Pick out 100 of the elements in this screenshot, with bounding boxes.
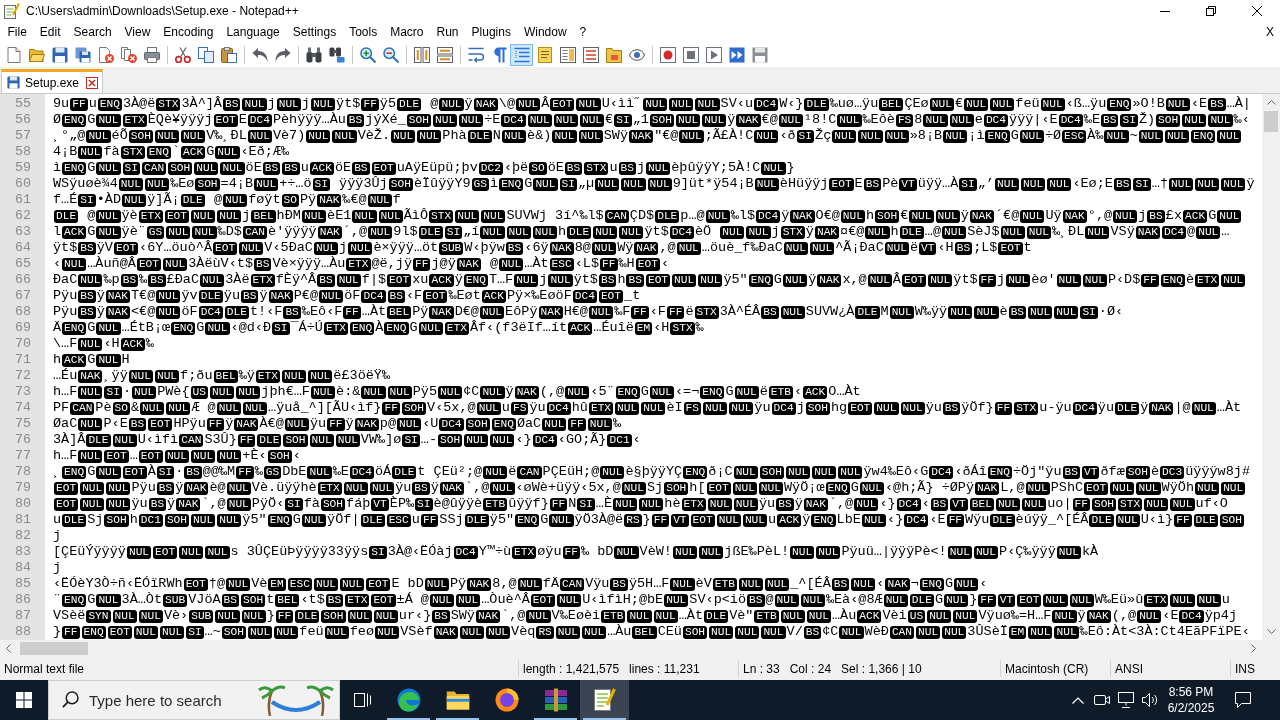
archive-books-icon[interactable] — [543, 688, 568, 712]
control-character: NUL — [276, 97, 301, 111]
menu-item[interactable]: File — [1, 23, 34, 41]
menu-item[interactable]: ? — [573, 23, 593, 41]
control-character: NUL — [217, 513, 242, 527]
control-character: NUL — [947, 545, 972, 559]
control-character: DC4 — [1072, 401, 1097, 415]
control-character: DC4 — [771, 401, 796, 415]
control-character: SOH — [1219, 513, 1244, 527]
restore-icon[interactable] — [1206, 6, 1216, 16]
control-character: NUL — [483, 465, 508, 479]
code-text: ‹GO;Ã} — [557, 432, 607, 448]
menu-item[interactable]: View — [118, 23, 157, 41]
chevron-right-icon[interactable] — [1251, 644, 1256, 653]
control-character: NUL — [699, 545, 724, 559]
control-character: STX — [120, 145, 145, 159]
file-tab[interactable]: Setup.exe — [1, 69, 104, 93]
menu-item[interactable]: Language — [219, 23, 287, 41]
control-character: DC4 — [1058, 113, 1083, 127]
menu-item[interactable]: Tools — [342, 23, 384, 41]
code-text: 3ÛSèÏ — [967, 624, 1008, 640]
code-text: @ — [489, 256, 499, 272]
menu-item[interactable]: Settings — [286, 23, 343, 41]
control-character: NUL — [1056, 545, 1081, 559]
menu-item[interactable]: Window — [517, 23, 574, 41]
control-character: DLE — [295, 609, 320, 623]
network-icon[interactable] — [1118, 692, 1134, 708]
code-text: »O!B — [1132, 96, 1165, 112]
control-character: NUL — [160, 625, 185, 639]
close-icon[interactable] — [1252, 6, 1262, 16]
control-character: US — [190, 385, 208, 399]
control-character: ESC — [549, 257, 574, 271]
camera-icon[interactable] — [1094, 695, 1110, 705]
code-text: ‰Eøt — [448, 288, 481, 304]
control-character: NUL — [672, 273, 697, 287]
code-text: ¡ — [171, 192, 180, 208]
code-text: W‰Eü»û — [1094, 592, 1144, 608]
code-text: öE — [245, 160, 262, 176]
control-character: NUL — [595, 177, 620, 191]
code-text: ÿ — [464, 96, 473, 112]
close-document-button[interactable]: X — [1260, 23, 1280, 41]
scrollbar-thumb[interactable] — [1264, 111, 1278, 132]
scrollbar-thumb[interactable] — [20, 642, 88, 655]
control-character: ETB — [601, 609, 626, 623]
chevron-left-icon[interactable] — [6, 644, 11, 653]
code-text: PWè{ — [157, 384, 190, 400]
code-text: O€@ — [815, 208, 840, 224]
menu-item[interactable]: Edit — [33, 23, 68, 41]
menu-item[interactable]: Search — [67, 23, 119, 41]
code-text: ÿt$ — [953, 272, 978, 288]
code-text: j — [242, 208, 251, 224]
code-text: ‰F — [614, 304, 631, 320]
code-text: ÿu — [223, 288, 241, 304]
search-field[interactable]: Type here to search — [48, 680, 340, 720]
control-character: BS — [282, 161, 300, 175]
vertical-scrollbar[interactable] — [1262, 94, 1280, 640]
code-text: ‹ðÁî — [954, 464, 987, 480]
control-character: FF — [600, 257, 618, 271]
control-character: NUL — [698, 273, 723, 287]
folder-icon[interactable] — [445, 690, 470, 710]
volume-icon[interactable] — [1142, 693, 1158, 707]
minimize-icon[interactable] — [1160, 10, 1170, 12]
code-text: SWÿ — [603, 128, 628, 144]
control-character: NUL — [761, 161, 786, 175]
menu-item[interactable]: Plugins — [465, 23, 518, 41]
control-character: NUL — [163, 257, 188, 271]
code-text: u — [53, 512, 62, 528]
control-character: NUL — [1137, 609, 1162, 623]
code-text: ÿu — [1097, 400, 1115, 416]
code-text: j — [539, 272, 548, 288]
control-character: NUL — [884, 241, 909, 255]
browser-icon[interactable] — [396, 688, 421, 712]
menu-item[interactable]: Run — [430, 23, 466, 41]
control-character: NUL — [336, 273, 361, 287]
notepad-icon[interactable] — [592, 688, 617, 712]
control-character: NUL — [242, 97, 267, 111]
control-character: ENQ — [81, 625, 106, 639]
status-text: Normal text file — [4, 661, 85, 676]
code-text: _^[ÉÂ — [790, 576, 831, 592]
control-character: STX — [429, 209, 454, 223]
control-character: NUL — [587, 417, 612, 431]
text-editor-button[interactable] — [580, 680, 629, 720]
fox-browser-icon[interactable] — [494, 688, 519, 712]
code-text: Vè7) — [272, 128, 306, 144]
control-character: NUL — [527, 113, 552, 127]
control-character: ETX — [681, 497, 706, 511]
control-character: NUL — [588, 305, 614, 319]
notification-icon[interactable] — [1235, 692, 1251, 708]
control-character: NUL — [1144, 497, 1169, 511]
menu-item[interactable]: Macro — [383, 23, 430, 41]
code-text: 4¡B — [53, 144, 78, 160]
code-text: <€@ — [131, 304, 156, 320]
code-text: SèJ$ — [967, 224, 1000, 240]
code-text: Vè.üÿÿhè — [251, 480, 317, 496]
clock[interactable]: 8:56 PM 6/2/2025 — [1162, 680, 1220, 720]
code-text: ‹ — [53, 256, 62, 272]
chevron-down-icon[interactable] — [1266, 629, 1276, 634]
menu-item[interactable]: Encoding — [156, 23, 220, 41]
task-view-icon[interactable] — [353, 693, 371, 707]
status-text: INS — [1235, 661, 1255, 676]
